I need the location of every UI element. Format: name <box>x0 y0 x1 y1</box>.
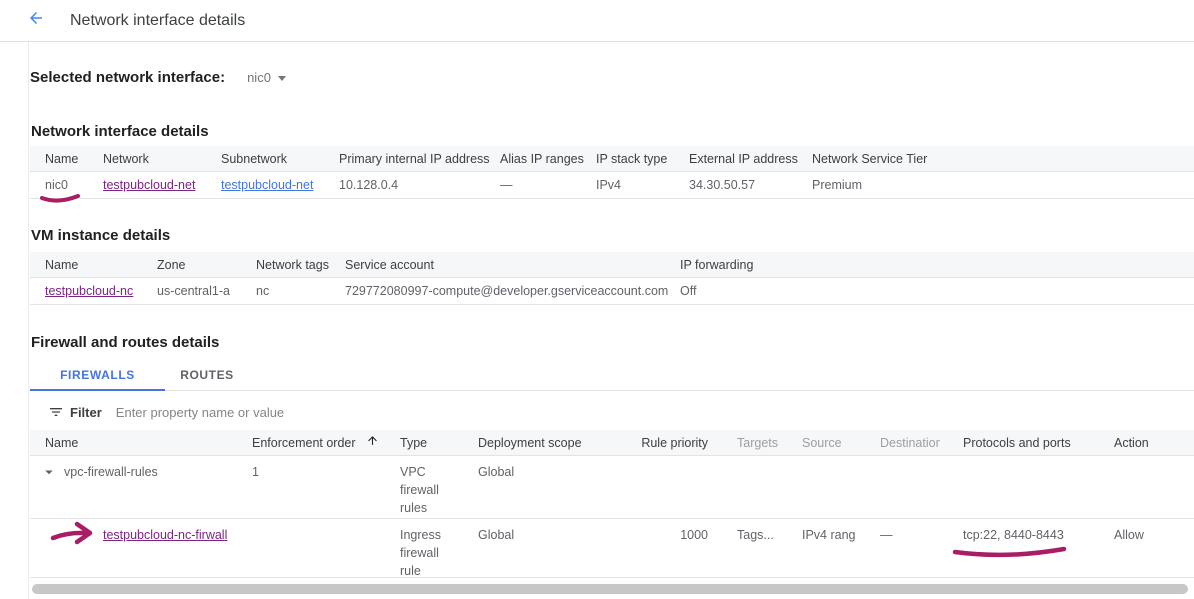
network-interface-table: Name Network Subnetwork Primary internal… <box>30 146 1194 199</box>
vm-instance-link[interactable]: testpubcloud-nc <box>45 284 133 298</box>
selector-value: nic0 <box>247 70 271 85</box>
subnetwork-link[interactable]: testpubcloud-net <box>221 178 313 192</box>
filter-bar: Filter <box>30 398 1194 426</box>
service-account-value: 729772080997-compute@developer.gservicea… <box>345 284 680 298</box>
scrollbar-thumb[interactable] <box>32 584 1188 594</box>
primary-ip-value: 10.128.0.4 <box>339 178 500 192</box>
ip-stack-type-value: IPv4 <box>596 178 689 192</box>
col-action: Action <box>1090 436 1194 450</box>
col-alias-ranges: Alias IP ranges <box>500 152 596 166</box>
col-service-tier: Network Service Tier <box>812 152 1194 166</box>
col-protocols-ports: Protocols and ports <box>940 436 1090 450</box>
col-name: Name <box>30 258 157 272</box>
collapse-triangle-icon[interactable] <box>40 463 58 481</box>
firewall-rule-link[interactable]: testpubcloud-nc-firwall <box>103 528 227 542</box>
col-primary-ip: Primary internal IP address <box>339 152 500 166</box>
table-row-vpc-firewall-rules: vpc-firewall-rules 1 VPC firewall rules … <box>30 456 1194 519</box>
chevron-down-icon <box>278 76 286 81</box>
col-targets: Targets <box>714 436 780 450</box>
col-external-ip: External IP address <box>689 152 812 166</box>
section-title-vm-instance: VM instance details <box>31 226 1194 245</box>
sort-ascending-icon <box>366 435 379 450</box>
back-button[interactable] <box>27 12 45 30</box>
col-rule-priority: Rule priority <box>630 436 714 450</box>
horizontal-scrollbar <box>30 584 1194 596</box>
service-tier-value: Premium <box>812 178 1194 192</box>
col-network-tags: Network tags <box>256 258 345 272</box>
table-header-row: Name Network Subnetwork Primary internal… <box>30 146 1194 172</box>
rule-priority-value: 1000 <box>630 526 714 544</box>
enforcement-order-label: Enforcement order <box>252 436 356 450</box>
type-value: VPC firewall rules <box>400 463 462 517</box>
external-ip-value: 34.30.50.57 <box>689 178 812 192</box>
content-panel: Selected network interface: nic0 Network… <box>28 42 1194 599</box>
network-tags-value: nc <box>256 284 345 298</box>
filter-label: Filter <box>70 405 102 420</box>
table-header-row: Name Zone Network tags Service account I… <box>30 252 1194 278</box>
col-ip-forwarding: IP forwarding <box>680 258 1194 272</box>
arrow-back-icon <box>27 9 45 32</box>
enforcement-order-value: 1 <box>252 463 400 481</box>
destination-value: — <box>858 526 940 544</box>
action-value: Allow <box>1090 526 1194 544</box>
firewall-table: Name Enforcement order Type Deployment s… <box>30 430 1194 578</box>
tab-firewalls[interactable]: FIREWALLS <box>30 360 165 391</box>
table-row: testpubcloud-nc us-central1-a nc 7297720… <box>30 278 1194 305</box>
col-source: Source <box>780 436 858 450</box>
col-name: Name <box>30 152 103 166</box>
deployment-scope-value: Global <box>478 463 630 481</box>
col-zone: Zone <box>157 258 256 272</box>
table-header-row: Name Enforcement order Type Deployment s… <box>30 430 1194 456</box>
col-destination: Destination <box>858 436 940 450</box>
targets-value: Tags... <box>714 526 780 544</box>
col-enforcement-order[interactable]: Enforcement order <box>252 435 400 450</box>
col-deployment-scope: Deployment scope <box>478 436 630 450</box>
col-type: Type <box>400 436 478 450</box>
zone-value: us-central1-a <box>157 284 256 298</box>
section-title-network-interface: Network interface details <box>31 122 1194 141</box>
table-row-testpubcloud-nc-firwall: testpubcloud-nc-firwall Ingress firewall… <box>30 519 1194 578</box>
filter-icon <box>48 404 64 420</box>
type-value: Ingress firewall rule <box>400 526 462 580</box>
alias-ranges-value: — <box>500 178 596 192</box>
selector-dropdown[interactable]: nic0 <box>247 70 286 85</box>
nic-name: nic0 <box>30 178 103 192</box>
tab-routes[interactable]: ROUTES <box>165 360 249 391</box>
ip-forwarding-value: Off <box>680 284 1194 298</box>
selector-label: Selected network interface: <box>30 69 225 86</box>
vm-instance-table: Name Zone Network tags Service account I… <box>30 252 1194 305</box>
firewall-routes-tabbar: FIREWALLS ROUTES <box>30 360 1194 391</box>
col-ip-stack-type: IP stack type <box>596 152 689 166</box>
firewall-group-name: vpc-firewall-rules <box>64 463 158 481</box>
filter-input[interactable] <box>116 405 1194 420</box>
protocols-value: tcp:22, 8440-8443 <box>940 526 1090 544</box>
col-service-account: Service account <box>345 258 680 272</box>
source-value: IPv4 rang <box>780 526 858 544</box>
network-link[interactable]: testpubcloud-net <box>103 178 195 192</box>
top-bar: Network interface details <box>0 0 1194 42</box>
col-subnetwork: Subnetwork <box>221 152 339 166</box>
table-row: nic0 testpubcloud-net testpubcloud-net 1… <box>30 172 1194 199</box>
col-network: Network <box>103 152 221 166</box>
deployment-scope-value: Global <box>478 526 630 544</box>
col-name: Name <box>30 436 252 450</box>
network-interface-selector: Selected network interface: nic0 <box>30 66 1194 88</box>
page-title: Network interface details <box>70 12 245 30</box>
section-title-firewall-routes: Firewall and routes details <box>31 333 1194 352</box>
